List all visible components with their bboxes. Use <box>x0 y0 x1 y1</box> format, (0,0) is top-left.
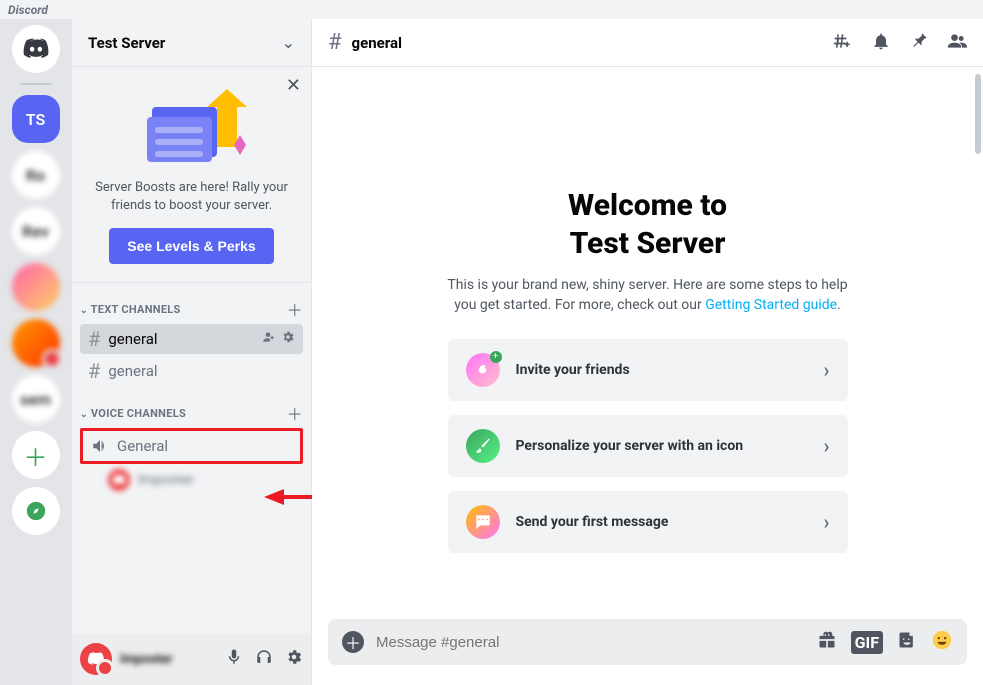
gif-icon[interactable]: GIF <box>851 631 883 654</box>
card-personalize[interactable]: Personalize your server with an icon › <box>448 415 848 477</box>
boost-text-1: Server Boosts are here! Rally your <box>88 179 295 197</box>
server-header[interactable]: Test Server ⌄ <box>72 19 311 67</box>
guild-home[interactable] <box>12 25 60 73</box>
card-label: Invite your friends <box>516 362 630 378</box>
mic-icon[interactable] <box>225 648 243 670</box>
chevron-down-icon: ⌄ <box>282 33 295 52</box>
bell-icon[interactable] <box>871 31 891 55</box>
chevron-right-icon: › <box>823 510 829 534</box>
close-icon[interactable]: ✕ <box>286 75 301 96</box>
speaker-icon <box>91 437 109 455</box>
boost-text-2: friends to boost your server. <box>88 197 295 215</box>
getting-started-link[interactable]: Getting Started guide <box>705 297 837 313</box>
category-label: TEXT CHANNELS <box>91 303 181 316</box>
server-name: Test Server <box>88 34 165 52</box>
card-label: Personalize your server with an icon <box>516 438 744 454</box>
voice-channel-general[interactable]: General <box>80 428 303 464</box>
gear-icon[interactable] <box>281 330 295 348</box>
guild-item[interactable] <box>12 319 60 367</box>
brand-label: Discord <box>0 0 983 19</box>
user-avatar[interactable] <box>80 643 112 675</box>
guild-item[interactable] <box>12 263 60 311</box>
guild-item[interactable]: sem <box>12 375 60 423</box>
channel-sidebar: Test Server ⌄ ✕ Server Boosts <box>72 19 312 685</box>
scrollbar[interactable] <box>975 74 981 154</box>
text-channel-general[interactable]: # general <box>80 324 303 354</box>
guild-item[interactable]: Ro <box>12 151 60 199</box>
channel-name: general <box>108 330 157 348</box>
emoji-icon[interactable] <box>931 629 953 655</box>
add-channel-icon[interactable]: ＋ <box>287 401 303 425</box>
gear-icon[interactable] <box>285 648 303 670</box>
message-composer: ＋ GIF <box>328 619 967 665</box>
guild-rail: TS Ro Rev sem ＋ <box>0 19 72 685</box>
welcome-area: Welcome to Test Server This is your bran… <box>312 67 983 619</box>
invite-icon[interactable] <box>261 330 275 348</box>
sticker-icon[interactable] <box>897 630 917 654</box>
card-invite-friends[interactable]: + Invite your friends › <box>448 339 848 401</box>
chevron-right-icon: › <box>823 358 829 382</box>
card-first-message[interactable]: Send your first message › <box>448 491 848 553</box>
guild-item[interactable]: Rev <box>12 207 60 255</box>
members-icon[interactable] <box>947 31 967 55</box>
category-text-channels[interactable]: ⌄ TEXT CHANNELS ＋ <box>72 283 311 323</box>
text-channel-general-2[interactable]: # general <box>80 356 303 386</box>
guild-add[interactable]: ＋ <box>12 431 60 479</box>
channel-name: General <box>117 437 168 455</box>
welcome-description: This is your brand new, shiny server. He… <box>428 276 868 315</box>
card-label: Send your first message <box>516 514 669 530</box>
boost-card: ✕ Server Boosts are here! Rally your fri… <box>72 67 311 283</box>
welcome-title: Welcome to Test Server <box>352 187 943 262</box>
channel-header: # general <box>312 19 983 67</box>
attach-icon[interactable]: ＋ <box>342 631 364 653</box>
add-channel-icon[interactable]: ＋ <box>287 297 303 321</box>
pin-icon[interactable] <box>909 31 929 55</box>
username: Imposter <box>120 652 172 667</box>
guild-selected[interactable]: TS <box>12 95 60 143</box>
wave-icon <box>473 360 493 380</box>
voice-user[interactable]: Imposter <box>108 469 303 491</box>
compass-icon <box>25 500 47 522</box>
boost-illustration <box>88 87 295 167</box>
threads-icon[interactable] <box>833 31 853 55</box>
message-input[interactable] <box>376 634 805 651</box>
guild-explore[interactable] <box>12 487 60 535</box>
chat-icon <box>473 512 493 532</box>
gift-icon[interactable] <box>817 630 837 654</box>
headphones-icon[interactable] <box>255 648 273 670</box>
channel-title: general <box>352 34 402 52</box>
hash-icon: # <box>328 30 342 55</box>
channel-name: general <box>108 362 157 380</box>
chevron-right-icon: › <box>823 434 829 458</box>
discord-icon <box>22 35 50 63</box>
category-voice-channels[interactable]: ⌄ VOICE CHANNELS ＋ <box>72 387 311 427</box>
user-panel: Imposter <box>72 633 311 685</box>
rail-divider <box>20 83 52 85</box>
content-area: # general Welcome to Test Server This is… <box>312 19 983 685</box>
category-label: VOICE CHANNELS <box>91 407 186 420</box>
boost-button[interactable]: See Levels & Perks <box>109 228 273 264</box>
brush-icon <box>473 436 493 456</box>
